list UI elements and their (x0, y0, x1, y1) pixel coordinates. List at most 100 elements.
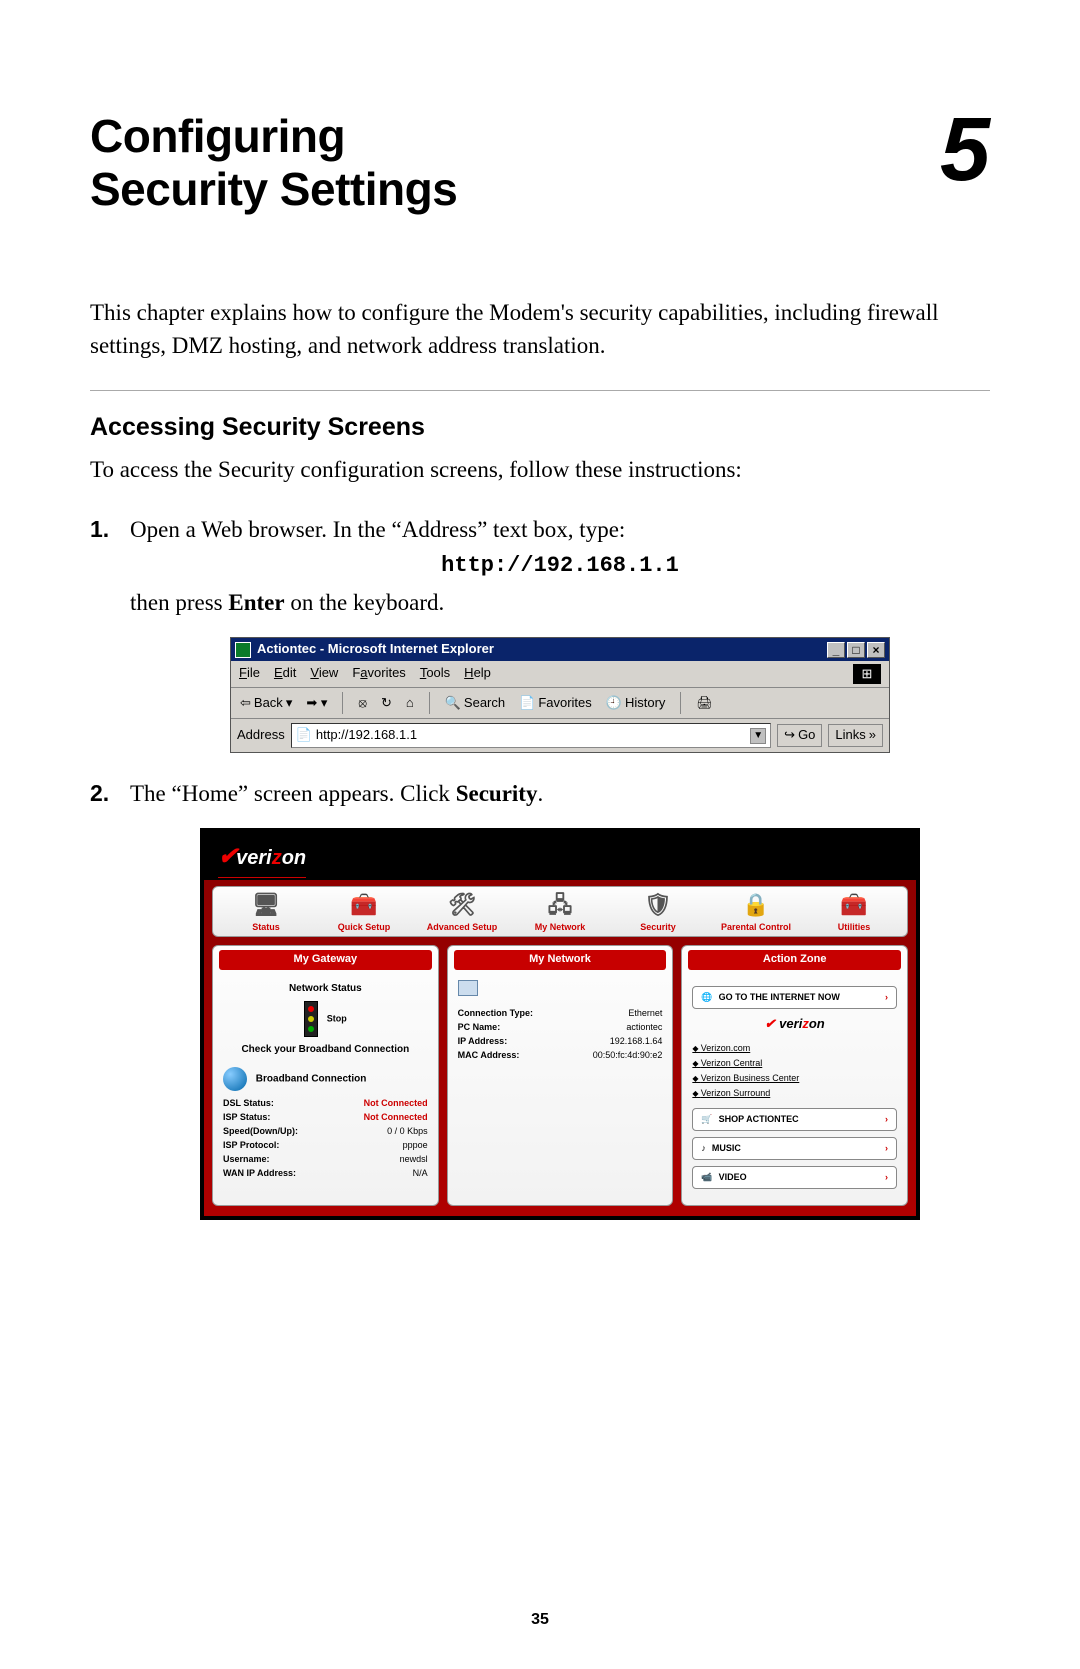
nav-status[interactable]: 🖥Status (221, 891, 311, 934)
router-screenshot: ✔ verizon 🖥Status 🧰Quick Setup 🛠Advanced… (200, 828, 920, 1220)
chapter-title-line1: Configuring (90, 110, 345, 162)
panel-my-network: My Network Connection Type:Ethernet PC N… (447, 945, 674, 1206)
toolbar: ⇦ Back ▾ ➡ ▾ ⦻ ↻ ⌂ 🔍 Search 📄 Favorites … (231, 688, 889, 719)
divider (90, 390, 990, 391)
address-label: Address (237, 726, 285, 745)
pc-icon (458, 980, 478, 996)
chapter-number: 5 (940, 110, 990, 191)
page-number: 35 (0, 1611, 1080, 1629)
shop-actiontec-button[interactable]: 🛒 SHOP ACTIONTEC › (692, 1108, 897, 1131)
menu-help[interactable]: Help (464, 664, 491, 684)
address-value: http://192.168.1.1 (316, 726, 417, 745)
search-button[interactable]: 🔍 Search (442, 693, 508, 714)
menubar: File Edit View Favorites Tools Help ⊞ (231, 661, 889, 688)
nav-parental-control[interactable]: 🔒Parental Control (711, 891, 801, 934)
menu-edit[interactable]: Edit (274, 664, 296, 684)
back-button[interactable]: ⇦ Back ▾ (237, 693, 295, 714)
panel-head-gateway: My Gateway (219, 950, 432, 970)
check-broadband[interactable]: Check your Broadband Connection (223, 1043, 428, 1058)
music-button[interactable]: ♪ MUSIC › (692, 1137, 897, 1160)
menu-file[interactable]: File (239, 664, 260, 684)
browser-titlebar: Actiontec - Microsoft Internet Explorer … (231, 638, 889, 661)
panel-action-zone: Action Zone 🌐 GO TO THE INTERNET NOW › ✔… (681, 945, 908, 1206)
section-intro: To access the Security configuration scr… (90, 454, 990, 486)
nav-quick-setup[interactable]: 🧰Quick Setup (319, 891, 409, 934)
music-icon: ♪ (701, 1142, 706, 1155)
step-1: Open a Web browser. In the “Address” tex… (90, 513, 990, 753)
minimize-button[interactable]: _ (827, 642, 845, 658)
gw-row: DSL Status:Not Connected (223, 1097, 428, 1110)
action-link[interactable]: Verizon Business Center (692, 1072, 897, 1085)
go-internet-button[interactable]: 🌐 GO TO THE INTERNET NOW › (692, 986, 897, 1009)
gw-row: Username:newdsl (223, 1153, 428, 1166)
address-bar: Address 📄 http://192.168.1.1 ▼ ↪ Go Link… (231, 719, 889, 752)
app-icon (235, 642, 251, 658)
traffic-light-icon (304, 1001, 318, 1037)
video-icon: 📹 (701, 1171, 712, 1184)
video-button[interactable]: 📹 VIDEO › (692, 1166, 897, 1189)
links-button[interactable]: Links » (828, 724, 883, 747)
chapter-header: Configuring Security Settings 5 (90, 110, 990, 216)
ie-throbber-icon: ⊞ (853, 664, 881, 684)
action-link[interactable]: Verizon.com (692, 1042, 897, 1055)
wizard-icon: 🧰 (347, 891, 381, 919)
nav-advanced-setup[interactable]: 🛠Advanced Setup (417, 891, 507, 934)
print-button[interactable]: 🖨 (693, 693, 716, 714)
browser-screenshot: Actiontec - Microsoft Internet Explorer … (230, 637, 890, 753)
panel-my-gateway: My Gateway Network Status Stop Check you… (212, 945, 439, 1206)
net-row: PC Name:actiontec (458, 1021, 663, 1034)
close-button[interactable]: × (867, 642, 885, 658)
action-link[interactable]: Verizon Central (692, 1057, 897, 1070)
go-button[interactable]: ↪ Go (777, 724, 822, 747)
stop-button[interactable]: ⦻ (355, 693, 370, 714)
gw-row: ISP Protocol:pppoe (223, 1139, 428, 1152)
monitor-icon: 🖥 (249, 891, 283, 919)
window-title: Actiontec - Microsoft Internet Explorer (257, 640, 494, 659)
globe-small-icon: 🌐 (701, 991, 712, 1004)
router-nav: 🖥Status 🧰Quick Setup 🛠Advanced Setup 🖧My… (212, 886, 908, 937)
router-header: ✔ verizon (204, 832, 916, 880)
forward-button[interactable]: ➡ ▾ (303, 693, 330, 714)
chevron-right-icon: › (885, 991, 888, 1004)
section-heading: Accessing Security Screens (90, 413, 990, 442)
security-icon: 🛡 (641, 891, 675, 919)
panel-head-network: My Network (454, 950, 667, 970)
net-row: IP Address:192.168.1.64 (458, 1035, 663, 1048)
globe-icon (223, 1067, 247, 1091)
panel-head-action: Action Zone (688, 950, 901, 970)
favorites-button[interactable]: 📄 Favorites (516, 693, 595, 714)
gw-row: ISP Status:Not Connected (223, 1111, 428, 1124)
refresh-button[interactable]: ↻ (378, 693, 395, 714)
maximize-button[interactable]: □ (847, 642, 865, 658)
gw-row: WAN IP Address:N/A (223, 1167, 428, 1180)
stop-label: Stop (327, 1013, 347, 1023)
broadband-connection: Broadband Connection (256, 1074, 367, 1085)
net-row: Connection Type:Ethernet (458, 1007, 663, 1020)
toolbox-icon: 🧰 (837, 891, 871, 919)
menu-favorites[interactable]: Favorites (352, 664, 405, 684)
chevron-right-icon: › (885, 1113, 888, 1126)
action-link[interactable]: Verizon Surround (692, 1087, 897, 1100)
verizon-logo: ✔ verizon (218, 840, 306, 878)
chapter-title: Configuring Security Settings (90, 110, 457, 216)
chapter-title-line2: Security Settings (90, 163, 457, 215)
chevron-right-icon: › (885, 1171, 888, 1184)
nav-my-network[interactable]: 🖧My Network (515, 891, 605, 934)
nav-security[interactable]: 🛡Security (613, 891, 703, 934)
network-status-heading: Network Status (223, 982, 428, 997)
step-1-url: http://192.168.1.1 (130, 550, 990, 582)
steps-list: Open a Web browser. In the “Address” tex… (90, 513, 990, 1221)
home-button[interactable]: ⌂ (403, 693, 417, 714)
menu-tools[interactable]: Tools (420, 664, 450, 684)
address-dropdown-icon[interactable]: ▼ (750, 728, 766, 744)
chapter-intro: This chapter explains how to configure t… (90, 296, 990, 363)
verizon-mini-logo: ✔ verizon (692, 1015, 897, 1034)
step-2: The “Home” screen appears. Click Securit… (90, 777, 990, 1220)
nav-utilities[interactable]: 🧰Utilities (809, 891, 899, 934)
tools-icon: 🛠 (445, 891, 479, 919)
page-icon: 📄 (296, 726, 312, 745)
address-input[interactable]: 📄 http://192.168.1.1 ▼ (291, 723, 771, 748)
menu-view[interactable]: View (310, 664, 338, 684)
cart-icon: 🛒 (701, 1113, 712, 1126)
history-button[interactable]: 🕘 History (603, 693, 669, 714)
